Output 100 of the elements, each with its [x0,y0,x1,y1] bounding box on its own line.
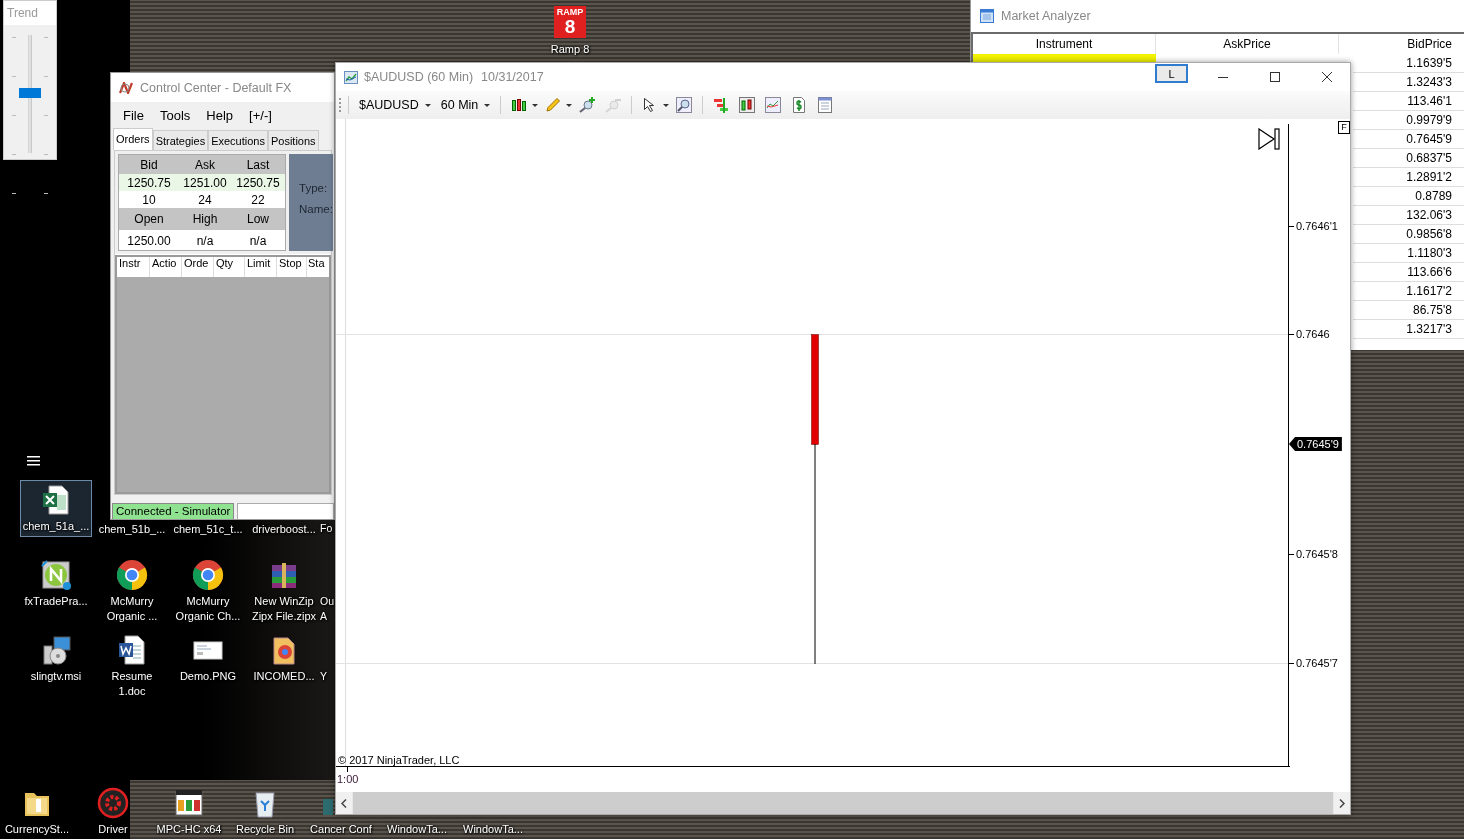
desktop-shortcut[interactable]: MPC-HC x64 [153,786,225,839]
table-cell: 1.3217'3 [1353,320,1464,339]
axis-label: 1:00 [337,773,359,785]
caret-icon[interactable] [566,103,573,107]
table-cell: 86.75'8 [1353,301,1464,320]
axis-label: 0.7645'7 [1296,656,1338,671]
column-header[interactable]: BidPrice [1339,34,1464,54]
table-cell: 1.3243'3 [1353,73,1464,92]
table-cell: 0.9856'8 [1353,225,1464,244]
table-cell: 113.66'6 [1353,263,1464,282]
candlestick-icon[interactable] [511,97,528,113]
dropdown-button[interactable]: 60 Min [437,98,494,112]
column-header: Low [231,208,285,230]
table-cell-text: n/a [248,232,268,250]
column-header[interactable]: Instr [117,257,150,277]
window-title: Trend [4,1,56,25]
axis-label: 0.7646 [1296,327,1330,342]
dropdown-button[interactable]: $AUDUSD [356,98,434,112]
desktop-shortcut[interactable]: Demo.PNG [172,630,244,687]
gear-icon [97,787,129,819]
bar-chart-icon[interactable] [713,97,730,113]
table-cell-text: n/a [195,232,215,250]
caret-icon[interactable] [663,103,670,107]
caret-icon[interactable] [532,103,539,107]
current-price-marker: 0.7645'9 [1289,437,1342,451]
desktop-shortcut[interactable]: WindowTa... [381,821,453,839]
table-cell: 1.2891'2 [1353,168,1464,187]
column-header[interactable]: Actio [150,257,182,277]
desktop-shortcut[interactable]: New WinZip Zipx File.zipx [248,555,320,627]
desktop-shortcut[interactable]: McMurry Organic ... [96,555,168,627]
menu-item[interactable]: Tools [153,105,197,125]
media-player-icon [173,787,205,819]
scale-button[interactable]: F [1338,121,1350,134]
menu-item[interactable]: [+/-] [243,105,278,125]
desktop-shortcut[interactable]: INCOMED... [248,630,320,687]
window-date: 10/31/2017 [481,70,544,84]
desktop-shortcut[interactable]: CurrencySt... [1,786,73,839]
desktop-shortcut[interactable]: Cancer Conf [305,821,377,839]
app-logo: RAMP 8 [554,6,586,38]
column-header[interactable]: Orde [182,257,214,277]
magnifier-icon[interactable] [676,97,693,113]
table-cell: 1251.00 [179,174,231,191]
tab[interactable]: Executions [208,130,268,150]
menu-item[interactable]: Help [200,105,240,125]
desktop-shortcut[interactable]: chem_51b_... [96,521,168,540]
table-cell-text: 10 [141,191,157,208]
window-title: Control Center - Default FX [140,80,292,95]
skip-to-end-icon[interactable] [1258,128,1280,150]
tab[interactable]: Positions [267,130,319,150]
desktop-shortcut[interactable]: Fo [320,521,333,536]
tab[interactable]: Strategies [152,130,209,150]
slider-thumb[interactable] [19,87,41,98]
window-icon[interactable] [817,97,834,113]
zoom-in-icon[interactable] [579,97,596,113]
app-icon [40,559,72,591]
menu-item[interactable]: File [117,105,150,125]
desktop-shortcut[interactable]: chem_51a_... [20,480,92,537]
menu-icon[interactable] [27,456,40,466]
desktop-shortcut[interactable]: WindowTa... [457,821,529,839]
desktop-shortcut[interactable]: Driver [77,786,149,839]
table-cell: 1.1617'2 [1353,282,1464,301]
scroll-right-button[interactable] [1334,792,1350,814]
layout-button[interactable]: L [1155,64,1188,83]
candlestick-chart-icon[interactable] [739,97,756,113]
table-cell-text: 1250.00 [126,232,172,250]
caret-icon [424,103,431,107]
chart-icon [344,70,358,84]
desktop-shortcut[interactable]: Y [320,669,333,684]
table-cell: 0.7645'9 [1353,130,1464,149]
copyright-text: © 2017 NinjaTrader, LLC [338,754,460,766]
document-icon [116,634,148,666]
desktop-shortcut[interactable]: slingtv.msi [20,630,92,687]
scroll-left-button[interactable] [336,792,352,814]
desktop-shortcut[interactable]: driverboost... [248,521,320,540]
column-header: High [179,208,231,230]
connection-status: Connected - Simulator [112,503,235,519]
desktop-shortcut[interactable]: Resume 1.doc [96,630,168,702]
dollar-document-icon[interactable] [791,97,808,113]
line-chart-icon[interactable] [765,97,782,113]
table-cell: 0.9979'9 [1353,111,1464,130]
browser-icon [116,559,148,591]
table-cell: 1250.75 [119,174,179,191]
column-header[interactable]: Stop [277,257,307,277]
table-cell: 0.8789 [1353,187,1464,206]
window-title: $AUDUSD (60 Min) [364,70,474,84]
table-cell: 1.1180'3 [1353,244,1464,263]
desktop-shortcut[interactable]: chem_51c_t... [172,521,244,540]
chevron-right-icon [1339,798,1345,808]
desktop-shortcut[interactable]: McMurry Organic Ch... [172,555,244,627]
column-header[interactable]: Qty [214,257,245,277]
desktop-shortcut[interactable]: Recycle Bin [229,786,301,839]
column-header: Bid [119,155,179,174]
column-header[interactable]: AskPrice [1156,34,1339,54]
field-label: Type: [299,182,329,194]
axis-label: 0.7646'1 [1296,219,1338,234]
desktop-shortcut[interactable]: RAMP 8 Ramp 8 [540,6,600,57]
column-header[interactable]: Limit [245,257,277,277]
desktop-shortcut[interactable]: Ou A [320,594,333,624]
tab[interactable]: Orders [113,128,153,150]
desktop-shortcut[interactable]: fxTradePra... [20,555,92,612]
